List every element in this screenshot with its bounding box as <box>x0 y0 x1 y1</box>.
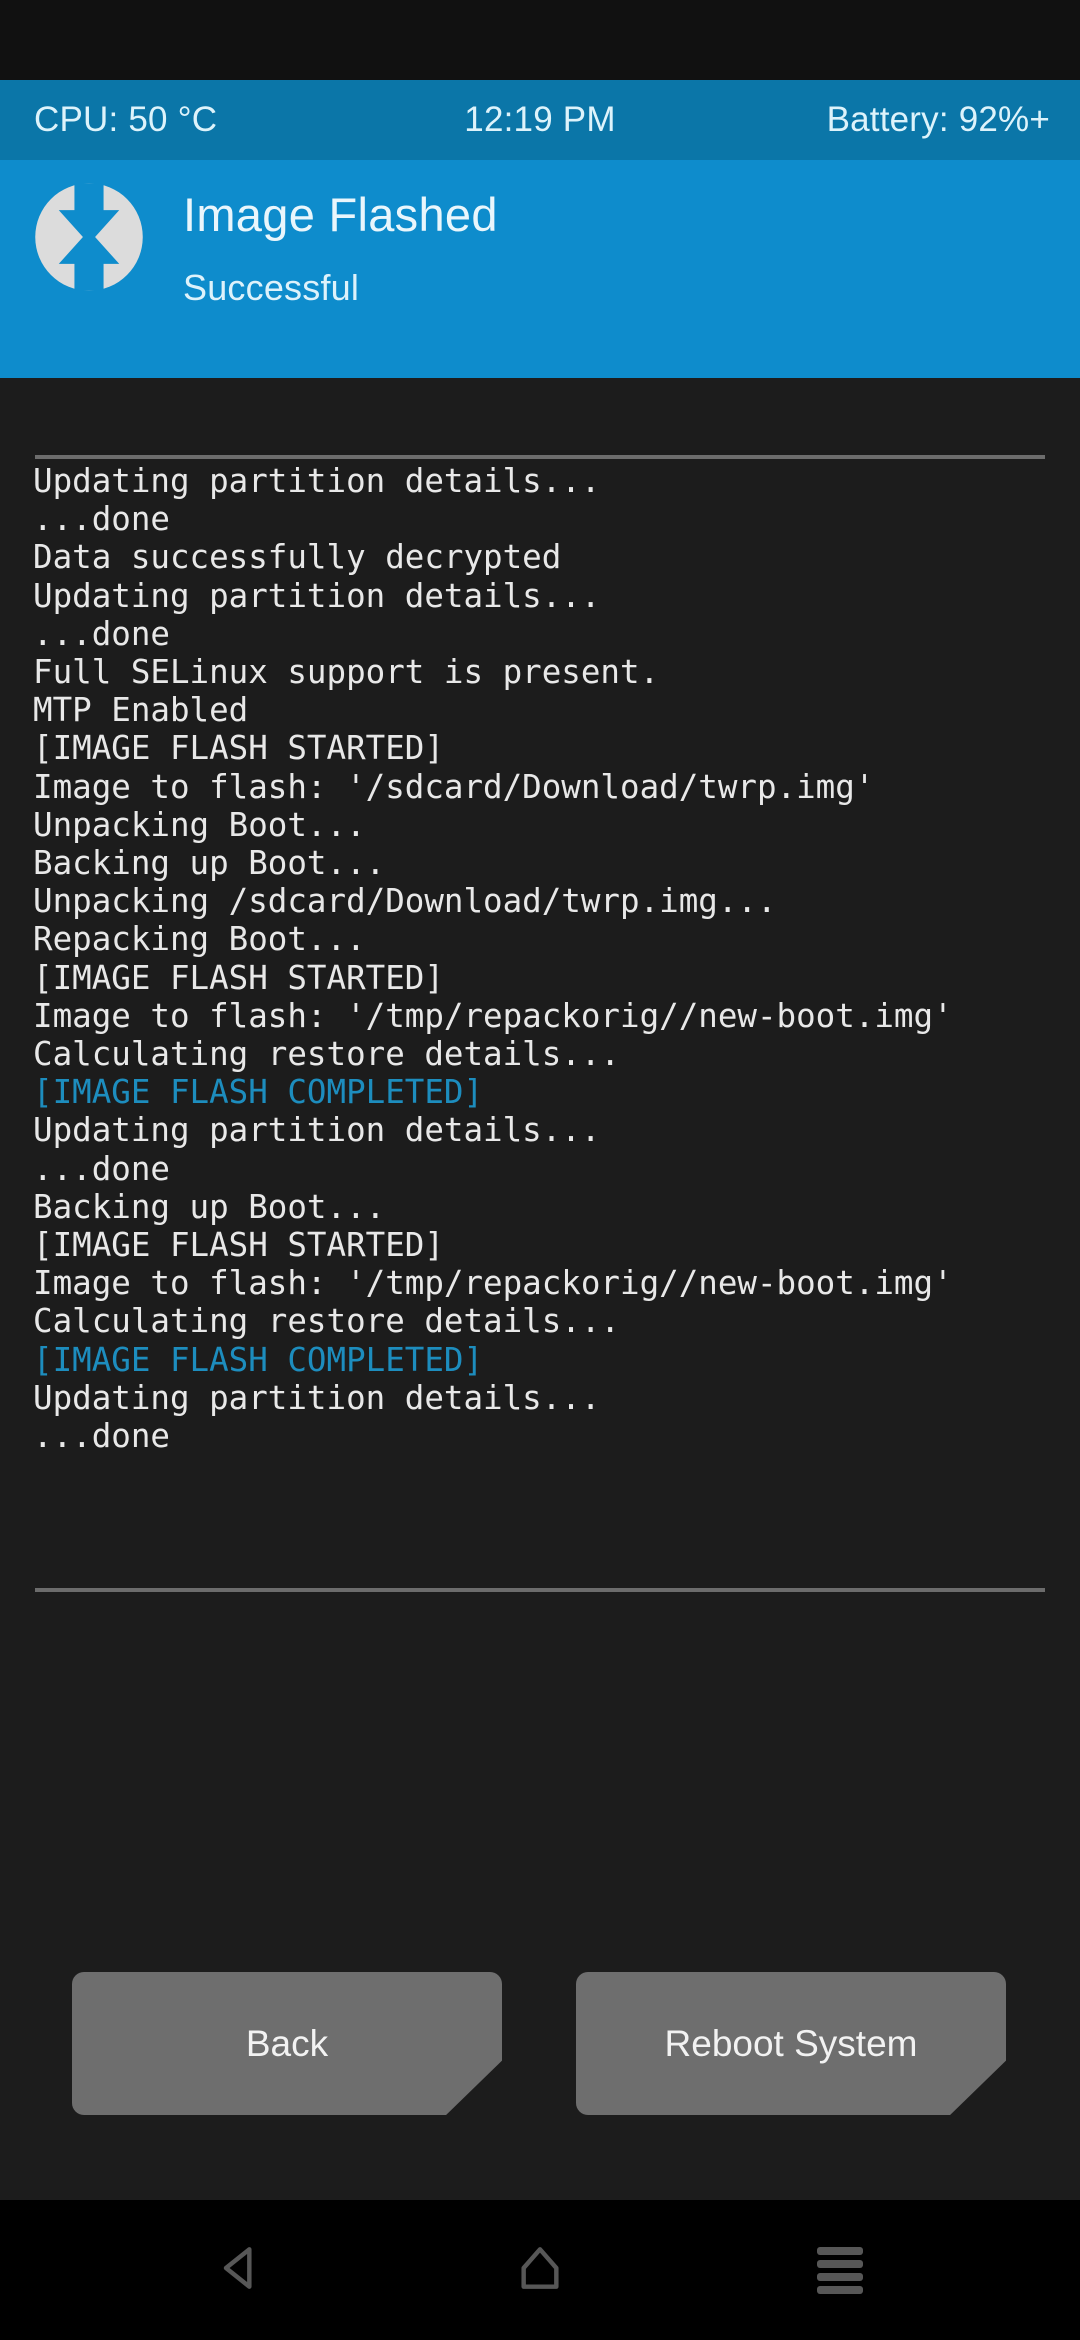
console-log-line: MTP Enabled <box>33 691 249 730</box>
console-log-line: Unpacking Boot... <box>33 805 366 844</box>
back-button[interactable]: Back <box>72 1972 502 2115</box>
console-log-line: ...done <box>33 1417 170 1456</box>
console-log-line: Repacking Boot... <box>33 920 366 959</box>
console-log-line: Backing up Boot... <box>33 844 386 883</box>
page-subtitle: Successful <box>183 267 360 308</box>
twrp-logo-icon <box>33 181 145 293</box>
console-log-line: [IMAGE FLASH STARTED] <box>33 729 444 768</box>
console-log-line: Full SELinux support is present. <box>33 653 660 692</box>
console-log-line: [IMAGE FLASH COMPLETED] <box>33 1073 484 1112</box>
console-divider-bottom <box>35 1588 1045 1592</box>
status-notch-strip <box>0 0 1080 80</box>
console-log-line: ...done <box>33 500 170 539</box>
console-log-line: Image to flash: '/tmp/repackorig//new-bo… <box>33 1264 953 1303</box>
console-log-line: Unpacking /sdcard/Download/twrp.img... <box>33 882 777 921</box>
console-log-line: Updating partition details... <box>33 1111 601 1150</box>
twrp-recovery-screen: CPU: 50 °C 12:19 PM Battery: 92%+ Image … <box>0 0 1080 2340</box>
page-title: Image Flashed <box>183 188 498 241</box>
console-log-line: ...done <box>33 614 170 653</box>
console-log-line: Image to flash: '/tmp/repackorig//new-bo… <box>33 996 953 1035</box>
nav-back-button[interactable] <box>140 2200 340 2340</box>
console-log-line: [IMAGE FLASH STARTED] <box>33 958 444 997</box>
navigation-bar <box>0 2200 1080 2340</box>
console-log-line: Image to flash: '/sdcard/Download/twrp.i… <box>33 767 875 806</box>
console-log-line: [IMAGE FLASH COMPLETED] <box>33 1340 484 1379</box>
nav-menu-button[interactable] <box>740 2200 940 2340</box>
status-bar: CPU: 50 °C 12:19 PM Battery: 92%+ <box>0 80 1080 160</box>
back-triangle-icon <box>212 2240 268 2301</box>
console-log-line: ...done <box>33 1149 170 1188</box>
console-log-line: Updating partition details... <box>33 576 601 615</box>
console-output-panel[interactable]: Updating partition details... ...done Data… <box>0 378 1080 2200</box>
console-log-line: Calculating restore details... <box>33 1302 620 1341</box>
console-log-line: Backing up Boot... <box>33 1187 386 1226</box>
console-log-line: Updating partition details... <box>33 462 601 500</box>
battery-level-label: Battery: 92%+ <box>826 100 1050 139</box>
console-log-line: Calculating restore details... <box>33 1035 620 1074</box>
console-divider-top <box>35 455 1045 459</box>
console-log-line: Updating partition details... <box>33 1378 601 1417</box>
page-header: Image Flashed Successful <box>0 160 1080 378</box>
menu-hamburger-icon <box>817 2242 863 2299</box>
nav-home-button[interactable] <box>440 2200 640 2340</box>
console-log-list: Updating partition details... ...done Data… <box>33 462 1053 1455</box>
reboot-system-button[interactable]: Reboot System <box>576 1972 1006 2115</box>
home-icon <box>512 2240 568 2301</box>
console-log-line: [IMAGE FLASH STARTED] <box>33 1226 444 1265</box>
console-log-line: Data successfully decrypted <box>33 538 562 577</box>
